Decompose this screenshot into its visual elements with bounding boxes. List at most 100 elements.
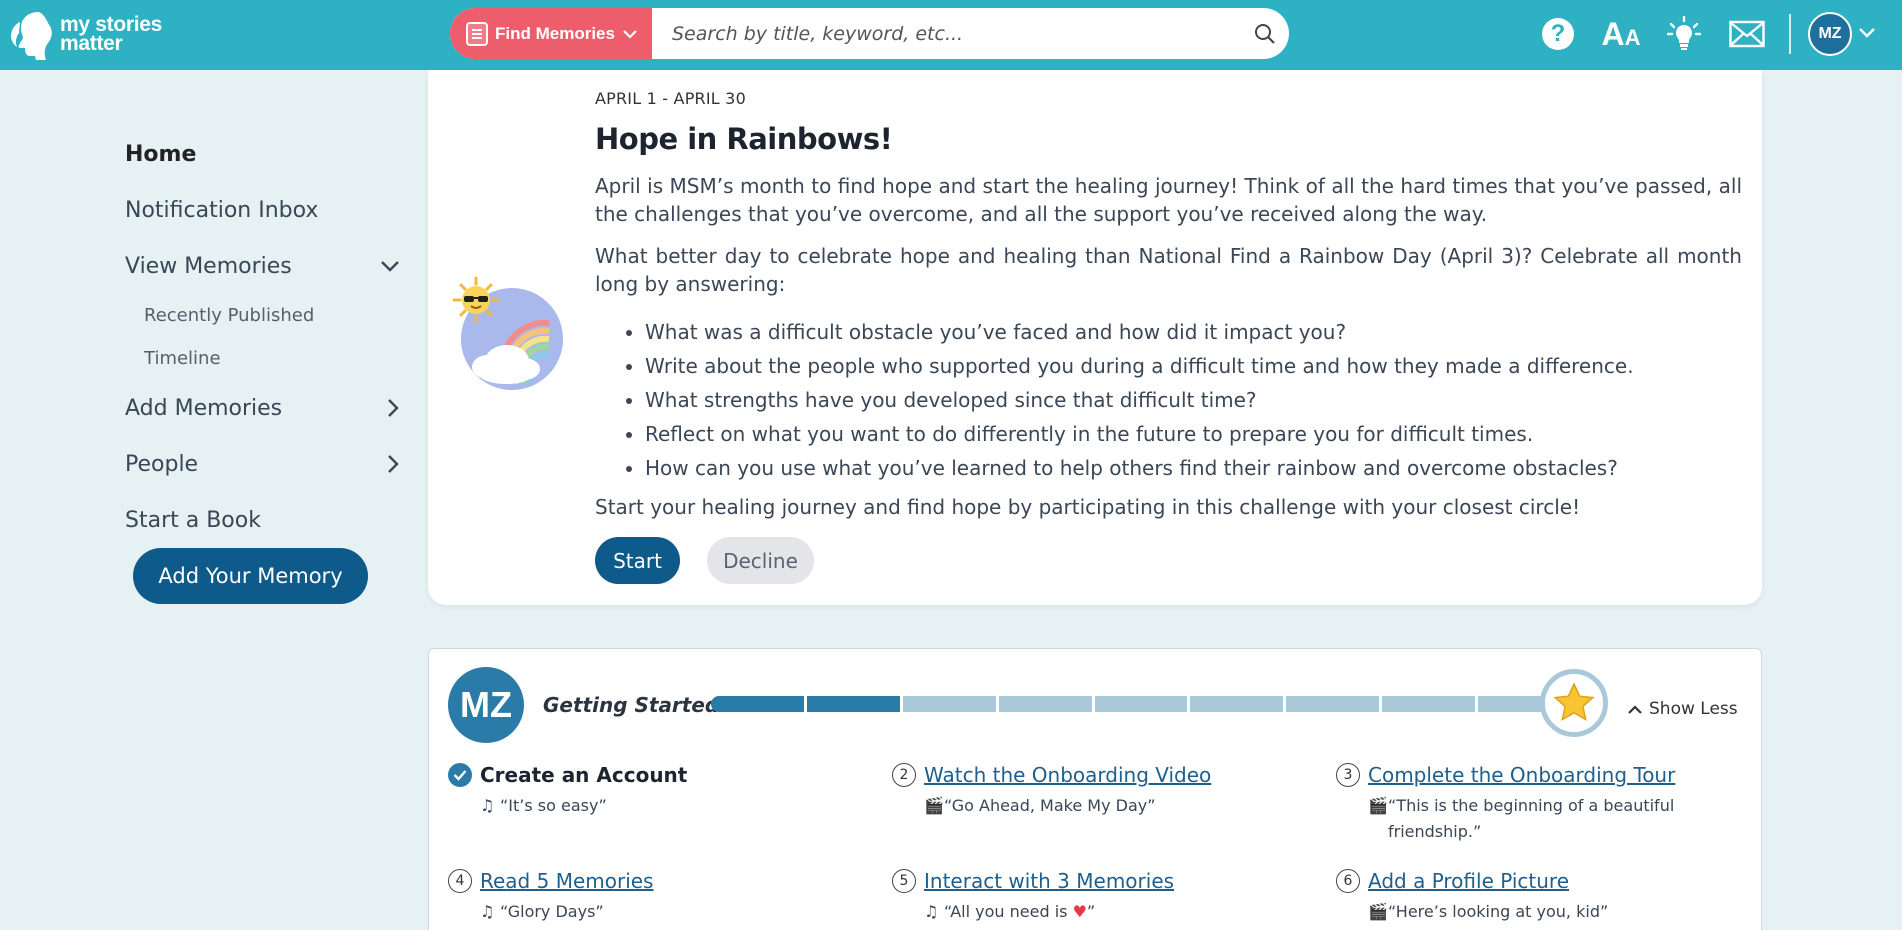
decline-button[interactable]: Decline: [707, 537, 814, 584]
top-bar: my stories matter Find Memories ? AA: [0, 0, 1902, 70]
step-item: Create an Account ♫ “It’s so easy”: [448, 763, 868, 819]
progress-segment: [711, 696, 804, 712]
question-item: Write about the people who supported you…: [645, 349, 1742, 383]
search-input[interactable]: [652, 8, 1241, 59]
step-item: 3 Complete the Onboarding Tour 🎬 “This i…: [1336, 763, 1736, 845]
sidebar-item-label: People: [125, 451, 199, 477]
text-size-icon: AA: [1601, 15, 1641, 52]
step-quote-text: “This is the beginning of a beautiful fr…: [1388, 796, 1675, 841]
step-item: 6 Add a Profile Picture 🎬 “Here’s lookin…: [1336, 869, 1756, 925]
logo-line-2: matter: [60, 32, 123, 55]
getting-started-card: MZ Getting Started Show Less Create an A…: [428, 648, 1762, 930]
rainbow-sun-icon: [452, 276, 563, 390]
user-avatar[interactable]: MZ: [1808, 12, 1852, 56]
check-icon: [448, 763, 472, 787]
sidebar-item-label: Home: [125, 141, 197, 167]
find-memories-dropdown[interactable]: Find Memories: [450, 8, 652, 59]
step-quote: ♫ “All you need is ♥”: [924, 899, 1312, 925]
sidebar-item-recently-published[interactable]: Recently Published: [125, 294, 400, 337]
sidebar-item-label: Notification Inbox: [125, 197, 319, 223]
help-icon: ?: [1542, 18, 1574, 50]
music-note-icon: ♫: [480, 902, 495, 921]
step-link-profile-picture[interactable]: Add a Profile Picture: [1368, 869, 1569, 893]
step-title: Create an Account: [480, 763, 688, 787]
step-quote-text: “Go Ahead, Make My Day”: [944, 796, 1156, 815]
sidebar-item-label: Recently Published: [144, 305, 315, 326]
lightbulb-icon: [1667, 16, 1701, 50]
progress-segment: [1286, 696, 1380, 712]
step-quote: ♫ “Glory Days”: [480, 899, 868, 925]
sidebar-item-add-memories[interactable]: Add Memories: [125, 380, 400, 436]
help-button[interactable]: ?: [1536, 12, 1580, 56]
step-quote: 🎬 “This is the beginning of a beautiful …: [1368, 793, 1678, 845]
step-quote: 🎬 “Go Ahead, Make My Day”: [924, 793, 1312, 819]
chevron-right-icon: [388, 455, 399, 473]
sidebar-item-label: View Memories: [125, 253, 292, 279]
sidebar-item-notifications[interactable]: Notification Inbox: [125, 182, 400, 238]
chevron-down-icon[interactable]: [1858, 24, 1876, 43]
tips-button[interactable]: [1662, 12, 1706, 56]
question-item: Reflect on what you want to do different…: [645, 417, 1742, 451]
progress-segment: [1190, 696, 1284, 712]
step-quote-part: ”: [1086, 902, 1096, 921]
challenge-closing: Start your healing journey and find hope…: [595, 495, 1581, 519]
step-quote: ♫ “It’s so easy”: [480, 793, 868, 819]
music-note-icon: ♫: [924, 902, 939, 921]
progress-segment: [998, 696, 1092, 712]
step-link-onboarding-tour[interactable]: Complete the Onboarding Tour: [1368, 763, 1675, 787]
sidebar-item-people[interactable]: People: [125, 436, 400, 492]
step-quote-text: “All you need is ♥”: [944, 899, 1095, 925]
logo-head-icon: [11, 12, 52, 60]
step-link-interact-memories[interactable]: Interact with 3 Memories: [924, 869, 1174, 893]
challenge-date: APRIL 1 - APRIL 30: [595, 89, 746, 108]
star-badge: [1540, 669, 1608, 737]
step-quote-part: “All you need is: [944, 902, 1073, 921]
chevron-down-icon: [623, 26, 637, 42]
clapper-icon: 🎬: [1368, 902, 1388, 921]
step-quote-text: “It’s so easy”: [500, 796, 607, 815]
step-quote-text: “Here’s looking at you, kid”: [1388, 902, 1609, 921]
add-your-memory-button[interactable]: Add Your Memory: [133, 548, 368, 604]
chevron-down-icon: [381, 261, 399, 272]
clapper-icon: 🎬: [924, 796, 944, 815]
mail-icon: [1729, 20, 1765, 48]
step-link-watch-video[interactable]: Watch the Onboarding Video: [924, 763, 1211, 787]
question-item: What was a difficult obstacle you’ve fac…: [645, 315, 1742, 349]
show-less-toggle[interactable]: Show Less: [1627, 699, 1738, 719]
header-divider: [1789, 14, 1791, 54]
step-quote: 🎬 “Here’s looking at you, kid”: [1368, 899, 1756, 925]
step-quote-text: “Glory Days”: [500, 902, 604, 921]
sidebar-item-view-memories[interactable]: View Memories: [125, 238, 400, 294]
challenge-card: APRIL 1 - APRIL 30 Hope in Rainbows! Apr…: [428, 70, 1762, 605]
challenge-intro: April is MSM’s month to find hope and st…: [595, 174, 1742, 226]
progress-segment: [806, 696, 900, 712]
messages-button[interactable]: [1725, 12, 1769, 56]
sidebar-item-start-book[interactable]: Start a Book: [125, 492, 400, 548]
logo[interactable]: my stories matter: [10, 8, 162, 60]
question-item: What strengths have you developed since …: [645, 383, 1742, 417]
progress-segment: [902, 696, 996, 712]
challenge-content: APRIL 1 - APRIL 30 Hope in Rainbows! Apr…: [595, 70, 1742, 584]
top-icons: ? AA: [1536, 12, 1788, 56]
logo-text: my stories matter: [60, 14, 162, 55]
sidebar-item-home[interactable]: Home: [125, 126, 400, 182]
document-icon: [466, 21, 488, 46]
show-less-label: Show Less: [1649, 699, 1738, 719]
challenge-questions: What was a difficult obstacle you’ve fac…: [595, 315, 1742, 485]
step-item: 5 Interact with 3 Memories ♫ “All you ne…: [892, 869, 1312, 925]
step-number: 6: [1336, 869, 1360, 893]
music-note-icon: ♫: [480, 796, 495, 815]
sidebar-item-timeline[interactable]: Timeline: [125, 337, 400, 380]
challenge-title: Hope in Rainbows!: [595, 122, 893, 156]
avatar: MZ: [448, 667, 524, 743]
step-number: 2: [892, 763, 916, 787]
text-size-button[interactable]: AA: [1599, 12, 1643, 56]
sidebar: Home Notification Inbox View Memories Re…: [125, 126, 400, 604]
find-memories-label: Find Memories: [495, 23, 615, 43]
search-icon[interactable]: [1241, 8, 1289, 59]
step-number: 4: [448, 869, 472, 893]
step-link-read-memories[interactable]: Read 5 Memories: [480, 869, 653, 893]
getting-started-title: Getting Started: [543, 693, 720, 717]
progress-segment: [1094, 696, 1188, 712]
start-button[interactable]: Start: [595, 537, 680, 584]
